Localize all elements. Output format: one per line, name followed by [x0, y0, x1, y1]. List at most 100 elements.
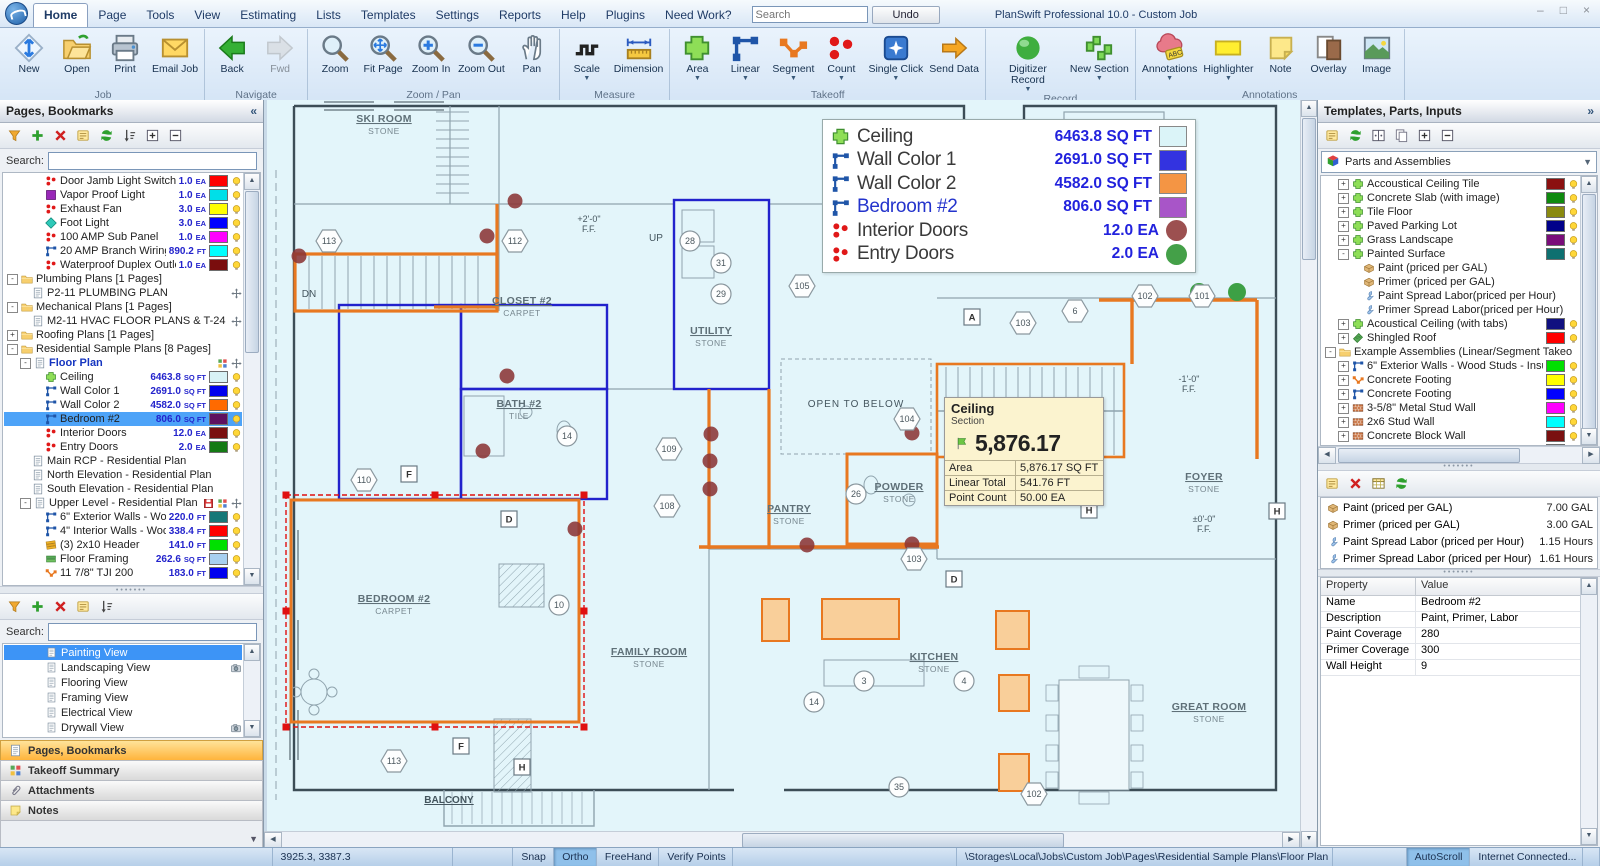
filter-button[interactable] — [7, 128, 22, 143]
color-swatch[interactable] — [209, 259, 228, 271]
add-button[interactable] — [30, 599, 45, 614]
splitter-grip[interactable]: ••••••• — [1318, 463, 1600, 471]
toggle-snap[interactable]: Snap — [513, 848, 554, 866]
color-swatch[interactable] — [1546, 192, 1565, 204]
tree-item-residential-sample-plans-8-pages[interactable]: -Residential Sample Plans [8 Pages] — [4, 342, 242, 356]
tree-item-interior-doors[interactable]: Interior Doors12.0EA — [4, 426, 242, 440]
menu-tab-help[interactable]: Help — [551, 4, 596, 27]
tree-item-6-exterior-walls-wood-studs-insulat[interactable]: +6" Exterior Walls - Wood Studs - Insula… — [1322, 359, 1579, 373]
color-swatch[interactable] — [209, 413, 228, 425]
expand-all-button[interactable] — [145, 128, 160, 143]
ribbon-button-pan[interactable]: Pan — [508, 29, 556, 89]
ribbon-button-send-data[interactable]: Send Data — [926, 29, 982, 89]
tree-item-concrete-footing[interactable]: +Concrete Footing — [1322, 387, 1579, 401]
color-swatch[interactable] — [209, 231, 228, 243]
menu-tab-page[interactable]: Page — [88, 4, 136, 27]
tree-item-entry-doors[interactable]: Entry Doors2.0EA — [4, 440, 242, 454]
tree-item-mechanical-plans-1-pages[interactable]: -Mechanical Plans [1 Pages] — [4, 300, 242, 314]
tree-item-2x6-stud-wall[interactable]: +2x6 Stud Wall — [1322, 415, 1579, 429]
tree-item-accoustical-ceiling-tile[interactable]: +Accoustical Ceiling Tile — [1322, 177, 1579, 191]
status-autoscroll[interactable]: AutoScroll — [1407, 848, 1471, 866]
color-swatch[interactable] — [209, 189, 228, 201]
ribbon-button-new-section[interactable]: New Section ▼ — [1067, 29, 1132, 93]
visibility-bulb[interactable] — [1568, 235, 1579, 246]
tree-item-shingled-roof[interactable]: +Shingled Roof — [1322, 331, 1579, 345]
tree-item-11-7-8-tji-200[interactable]: 11 7/8" TJI 200183.0FT — [4, 566, 242, 580]
tree-item-tile-floor[interactable]: +Tile Floor — [1322, 205, 1579, 219]
color-swatch[interactable] — [1546, 318, 1565, 330]
save-indicator[interactable] — [203, 498, 214, 509]
expand-toggle-icon[interactable]: + — [1338, 193, 1349, 204]
pages-search-input[interactable] — [48, 152, 257, 170]
toggle-ortho[interactable]: Ortho — [554, 848, 597, 866]
ribbon-button-open[interactable]: Open — [53, 29, 101, 89]
property-row[interactable]: Wall Height 9 — [1321, 660, 1580, 676]
visibility-bulb[interactable] — [1568, 207, 1579, 218]
expand-all-button[interactable] — [1417, 128, 1432, 143]
ribbon-button-new[interactable]: New — [5, 29, 53, 89]
properties-button[interactable] — [1325, 476, 1340, 491]
collapse-toggle-icon[interactable]: - — [20, 358, 31, 369]
undo-button[interactable]: Undo — [872, 6, 940, 24]
ribbon-button-overlay[interactable]: Overlay — [1305, 29, 1353, 89]
tree-item-grass-landscape[interactable]: +Grass Landscape — [1322, 233, 1579, 247]
expand-toggle-icon[interactable]: + — [1338, 431, 1349, 442]
accordion-attachments[interactable]: Attachments — [0, 780, 263, 800]
tree-item-plumbing-plans-1-pages[interactable]: -Plumbing Plans [1 Pages] — [4, 272, 242, 286]
properties-button[interactable] — [76, 128, 91, 143]
view-item-flooring-view[interactable]: Flooring View — [4, 675, 242, 690]
mini-indicator[interactable] — [217, 498, 228, 509]
menu-tab-templates[interactable]: Templates — [351, 4, 426, 27]
visibility-bulb[interactable] — [231, 526, 242, 537]
collapse-toggle-icon[interactable]: - — [7, 302, 18, 313]
ribbon-button-note[interactable]: Note — [1257, 29, 1305, 89]
expand-toggle-icon[interactable]: + — [1338, 207, 1349, 218]
ribbon-button-fit-page[interactable]: Fit Page — [359, 29, 407, 89]
tree-item-3-2x10-header[interactable]: (3) 2x10 Header141.0FT — [4, 538, 242, 552]
view-item-painting-view[interactable]: Painting View — [4, 645, 242, 660]
tree-item-main-rcp-residential-plan[interactable]: Main RCP - Residential Plan — [4, 454, 242, 468]
visibility-bulb[interactable] — [1568, 249, 1579, 260]
visibility-bulb[interactable] — [1568, 389, 1579, 400]
menu-tab-estimating[interactable]: Estimating — [230, 4, 306, 27]
accordion-takeoff-summary[interactable]: Takeoff Summary — [0, 760, 263, 780]
expand-toggle-icon[interactable]: + — [1338, 361, 1349, 372]
ribbon-button-zoom[interactable]: Zoom — [311, 29, 359, 89]
color-swatch[interactable] — [209, 175, 228, 187]
part-item-paint-spread-labor-priced-per-hour[interactable]: Paint Spread Labor (priced per Hour) 1.1… — [1327, 534, 1595, 551]
tree-item-vapor-proof-light[interactable]: Vapor Proof Light1.0EA — [4, 188, 242, 202]
ribbon-button-dimension[interactable]: Dimension — [611, 29, 667, 89]
menu-tab-view[interactable]: View — [184, 4, 230, 27]
tree-item-paint-priced-per-gal[interactable]: Paint (priced per GAL) — [1322, 261, 1579, 275]
expand-toggle-icon[interactable]: + — [1338, 375, 1349, 386]
visibility-bulb[interactable] — [231, 554, 242, 565]
tree-item-foot-light[interactable]: Foot Light3.0EA — [4, 216, 242, 230]
color-swatch[interactable] — [1546, 430, 1565, 442]
visibility-bulb[interactable] — [231, 400, 242, 411]
visibility-bulb[interactable] — [231, 442, 242, 453]
accordion-notes[interactable]: Notes — [0, 800, 263, 820]
refresh-button[interactable] — [1394, 476, 1409, 491]
tree-item-waterproof-duplex-outlet[interactable]: Waterproof Duplex Outlet1.0EA — [4, 258, 242, 272]
color-swatch[interactable] — [1546, 402, 1565, 414]
visibility-bulb[interactable] — [231, 204, 242, 215]
expand-toggle-icon[interactable]: + — [1338, 333, 1349, 344]
ribbon-button-scale[interactable]: Scale ▼ — [563, 29, 611, 89]
property-row[interactable]: Description Paint, Primer, Labor — [1321, 612, 1580, 628]
ribbon-button-zoom-out[interactable]: Zoom Out — [455, 29, 508, 89]
tree-item-wall-color-1[interactable]: Wall Color 12691.0SQ FT — [4, 384, 242, 398]
tree-item-concrete-block-wall[interactable]: +Concrete Block Wall — [1322, 429, 1579, 443]
refresh-button[interactable] — [1348, 128, 1363, 143]
move-indicator[interactable] — [231, 358, 242, 369]
visibility-bulb[interactable] — [1568, 431, 1579, 442]
ribbon-button-zoom-in[interactable]: Zoom In — [407, 29, 455, 89]
tree-item-20-amp-branch-wiring[interactable]: 20 AMP Branch Wiring890.2FT — [4, 244, 242, 258]
visibility-bulb[interactable] — [231, 512, 242, 523]
color-swatch[interactable] — [1546, 234, 1565, 246]
tree-item-floor-plan[interactable]: -Floor Plan — [4, 356, 242, 370]
color-swatch[interactable] — [209, 539, 228, 551]
ribbon-button-area[interactable]: Area ▼ — [673, 29, 721, 89]
collapse-all-button[interactable] — [168, 128, 183, 143]
drawing-canvas[interactable]: 1131121051036102101104110109108103113102… — [264, 100, 1300, 831]
menu-tab-need-work[interactable]: Need Work? — [655, 4, 741, 27]
